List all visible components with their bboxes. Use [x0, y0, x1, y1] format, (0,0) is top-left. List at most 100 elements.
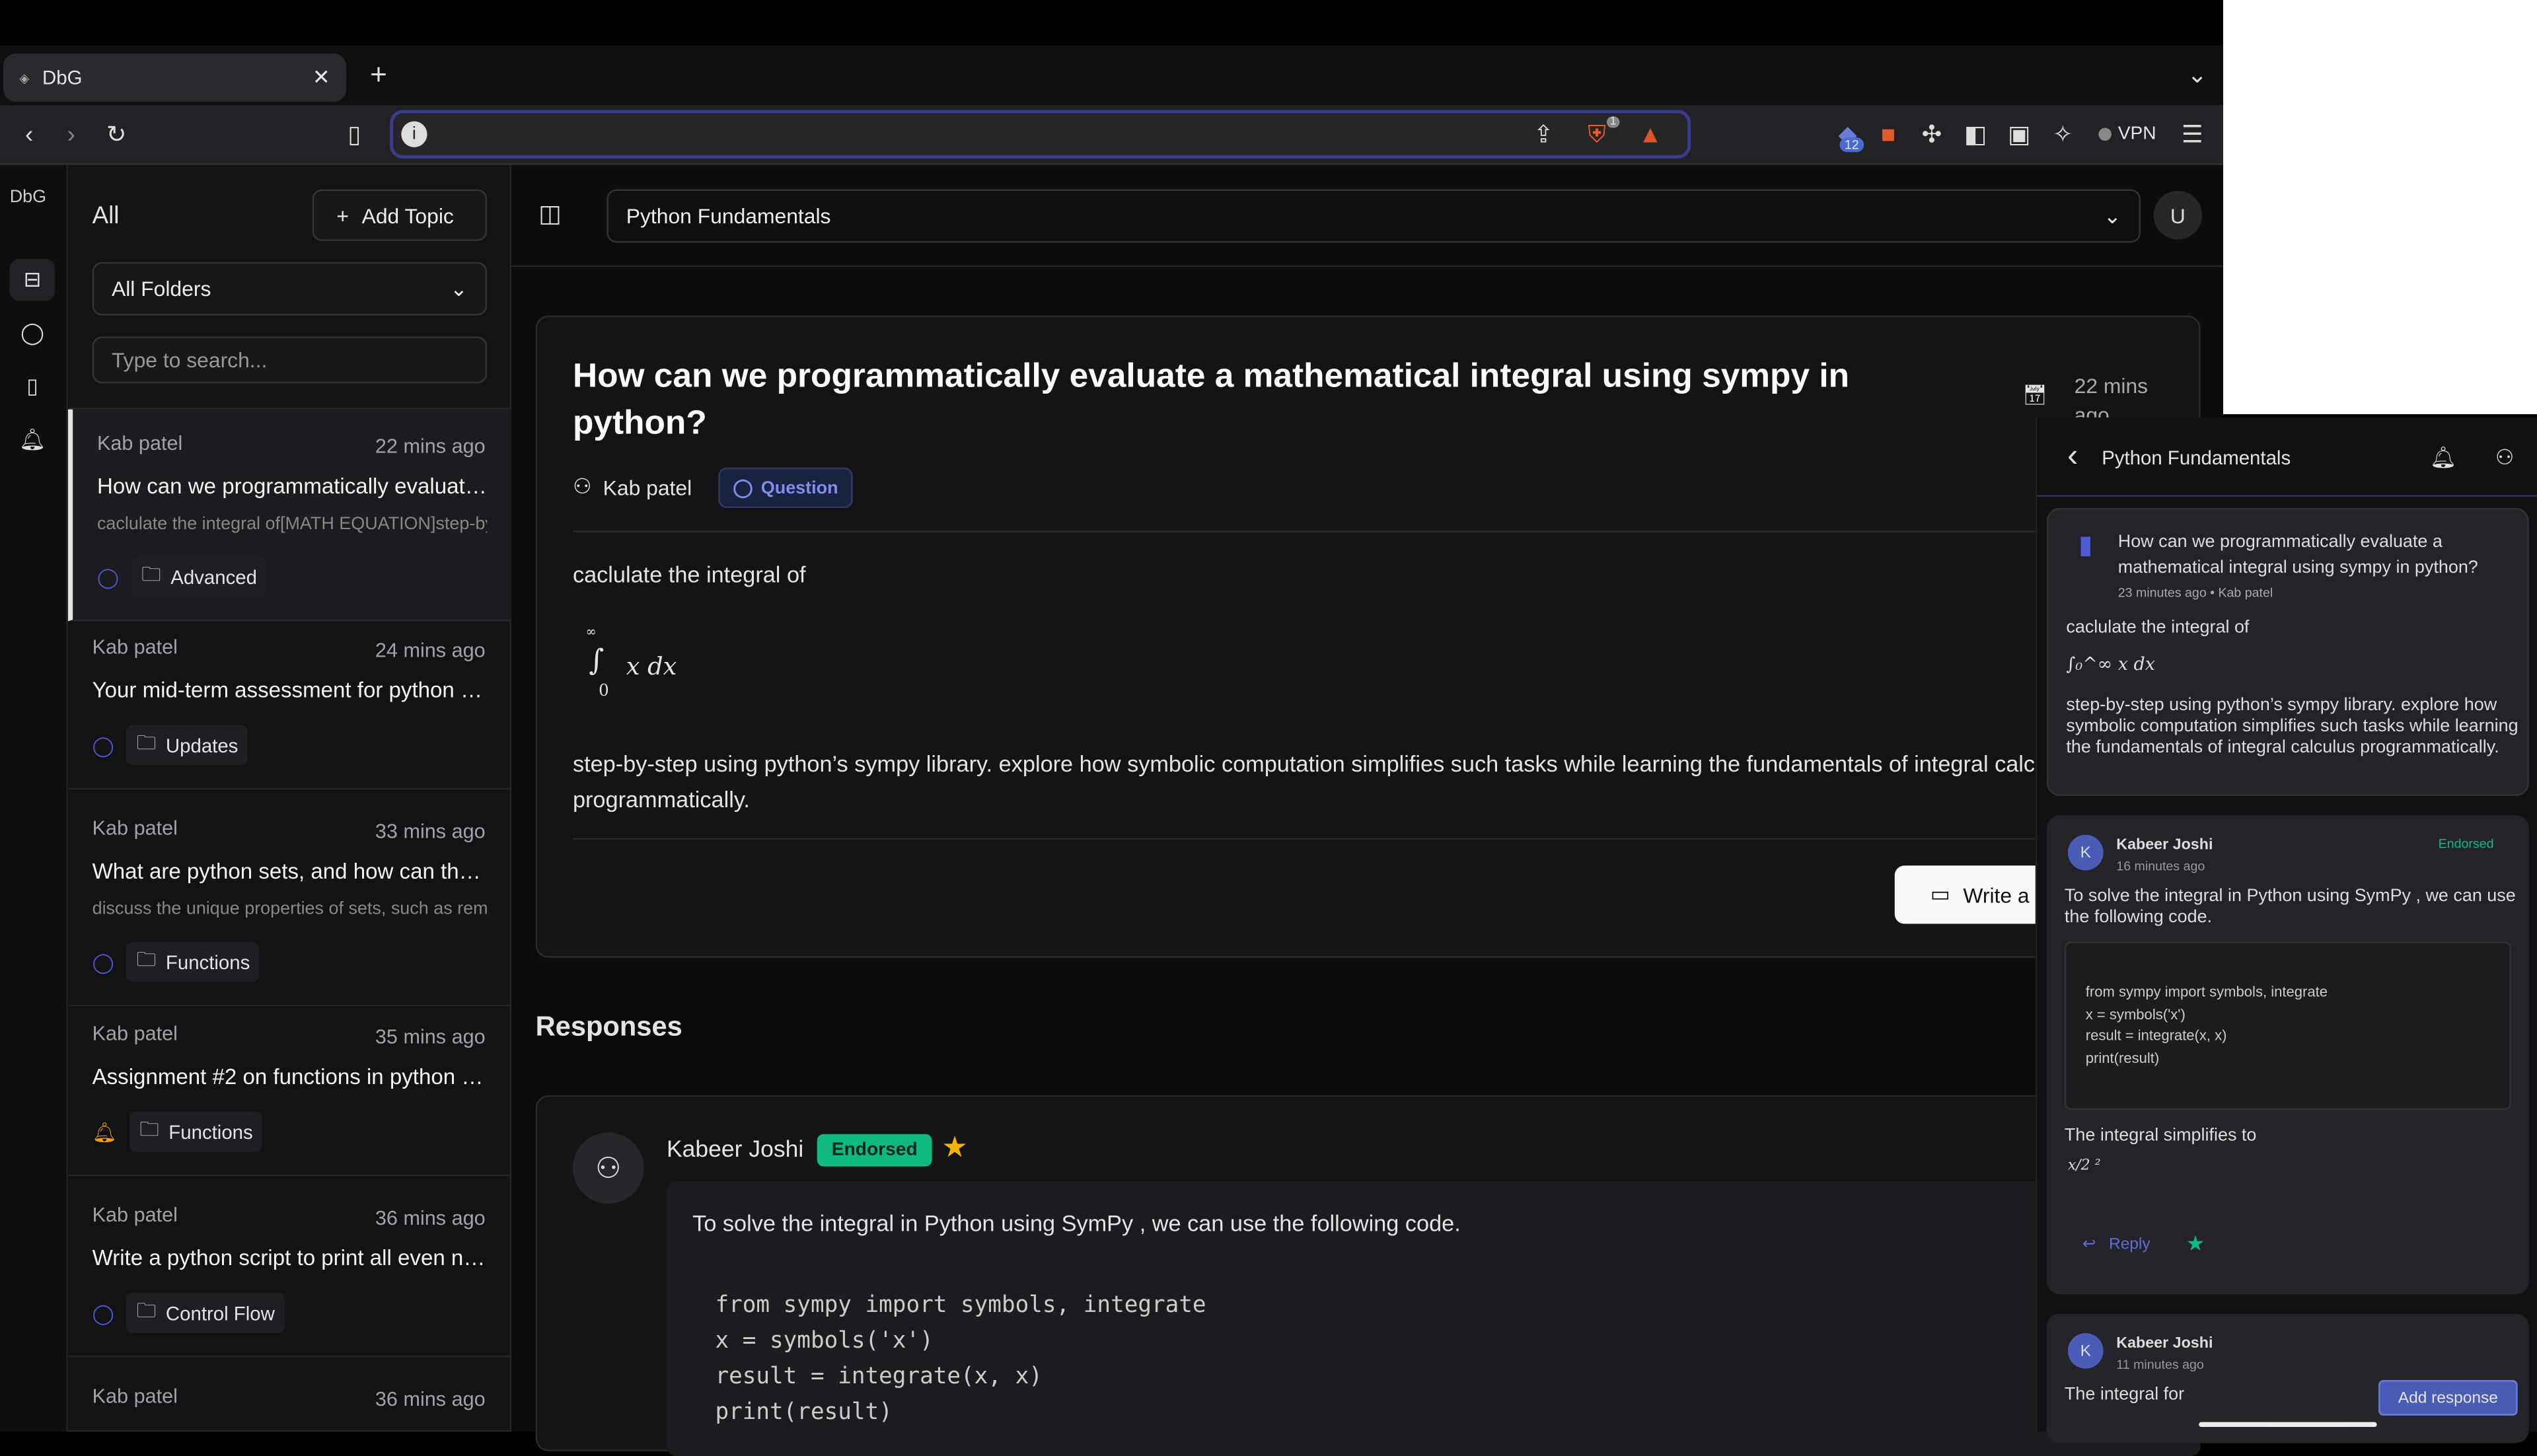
panel-response-time: 11 minutes ago — [2116, 1357, 2204, 1372]
item-time: 33 mins ago — [375, 820, 486, 843]
star-icon[interactable]: ★ — [941, 1131, 968, 1165]
response-card: ⚇ Kabeer Joshi Endorsed ★ To solve the i… — [535, 1095, 2201, 1456]
brave-rewards-icon[interactable]: ▲ — [1636, 120, 1665, 149]
endorsed-label: Endorsed — [2438, 836, 2494, 852]
leo-ai-icon[interactable]: ✧ — [2047, 116, 2079, 152]
response-text: To solve the integral in Python using Sy… — [692, 1210, 1461, 1237]
folder-select[interactable]: All Folders ⌄ — [92, 262, 488, 316]
item-preview: discuss the unique properties of sets, s… — [92, 899, 488, 920]
endorsed-badge: Endorsed — [817, 1134, 932, 1167]
topic-list-item[interactable]: Kab patel 33 mins ago What are python sets… — [67, 794, 511, 1007]
document-icon[interactable]: ▯ — [10, 365, 55, 408]
tab-list-chevron-icon[interactable]: ⌄ — [2181, 58, 2213, 91]
toggle-sidebar-icon[interactable]: ◫ — [534, 198, 566, 230]
topic-list-item[interactable]: Kab patel 22 mins ago How can we programma… — [67, 409, 511, 622]
divider — [572, 838, 2167, 840]
reload-icon[interactable]: ↻ — [100, 116, 133, 152]
plus-icon: + — [336, 203, 349, 228]
avatar[interactable]: U — [2153, 190, 2203, 240]
new-tab-button[interactable]: + — [363, 57, 395, 91]
chat-icon: ◯ — [92, 950, 114, 974]
address-bar[interactable]: i ⇪ ⛨ 1 ▲ — [390, 110, 1691, 159]
profile-icon[interactable]: ⚇ — [2490, 443, 2519, 472]
extensions-puzzle-icon[interactable]: ✣ — [1916, 116, 1948, 152]
item-title: Assignment #2 on functions in python is … — [92, 1064, 488, 1089]
notifications-icon[interactable]: 🔔︎ — [10, 419, 55, 461]
site-info-icon[interactable]: i — [401, 121, 427, 147]
integral-sign: ∫ — [589, 643, 605, 678]
reply-button[interactable]: ↩ Reply — [2082, 1236, 2151, 1254]
folder-tag: 🗀︎ Functions — [129, 1111, 263, 1152]
menu-icon[interactable]: ☰ — [2176, 116, 2209, 152]
extension-2-icon[interactable]: ■ — [1872, 116, 1904, 152]
share-icon[interactable]: ⇪ — [1529, 120, 1558, 149]
add-response-button[interactable]: Add response — [2378, 1379, 2518, 1416]
panel-question-intro: caclulate the integral of — [2066, 618, 2250, 637]
item-preview: caclulate the integral of[MATH EQUATION]… — [96, 514, 487, 534]
avatar: K — [2067, 834, 2104, 871]
desktop-background — [2223, 0, 2537, 414]
panel-response-card: K Kabeer Joshi 16 minutes ago Endorsed T… — [2046, 815, 2529, 1295]
code-line: x = symbols('x') — [2085, 1005, 2186, 1022]
folder-icon: 🗀︎ — [141, 563, 161, 586]
bell-icon[interactable]: 🔔︎ — [2429, 443, 2458, 472]
math-lower-limit: 0 — [599, 682, 609, 701]
add-topic-button[interactable]: + Add Topic — [312, 189, 488, 241]
math-upper-limit: ∞ — [585, 624, 597, 639]
item-time: 36 mins ago — [375, 1388, 486, 1411]
sidebar-toggle-icon[interactable]: ◧ — [1960, 116, 1992, 152]
folder-tag: 🗀︎ Advanced — [131, 556, 267, 597]
course-select-value: Python Fundamentals — [626, 203, 831, 229]
panel-response-author: Kabeer Joshi — [2116, 836, 2213, 855]
topic-list-item[interactable]: Kab patel 36 mins ago Write a python scrip… — [67, 1181, 511, 1358]
code-line: x = symbols('x') — [715, 1328, 934, 1354]
reply-icon: ↩ — [2082, 1236, 2096, 1254]
bell-icon: 🔔︎ — [92, 1120, 117, 1144]
panel-question-card: ▮ How can we programmatically evaluate a… — [2046, 507, 2529, 796]
inbox-icon[interactable]: ⊟ — [9, 258, 55, 301]
browser-tab[interactable]: ◈ DbG ✕ — [3, 53, 347, 102]
divider — [2037, 495, 2537, 497]
topic-list-item[interactable]: Kab patel 35 mins ago Assignment #2 on fun… — [67, 1000, 511, 1177]
panel-math-result: x/2 ² — [2067, 1158, 2101, 1175]
course-select[interactable]: Python Fundamentals ⌄ — [607, 189, 2141, 243]
vpn-button[interactable]: VPN — [2090, 118, 2164, 151]
topic-list-item[interactable]: Kab patel 24 mins ago Your mid-term assess… — [67, 613, 511, 790]
forward-icon[interactable]: › — [55, 116, 87, 152]
question-title: How can we programmatically evaluate a m… — [572, 357, 1850, 442]
star-icon[interactable]: ★ — [2186, 1231, 2205, 1257]
topic-sidebar: All + Add Topic All Folders ⌄ Type to sear… — [67, 164, 511, 1432]
panel-question-math: ∫₀^∞ x dx — [2066, 653, 2155, 675]
folder-label: Functions — [165, 950, 250, 974]
question-body: step-by-step using python’s sympy librar… — [572, 750, 2077, 813]
code-block: from sympy import symbols, integrate x = … — [715, 1288, 1206, 1430]
shield-badge: 1 — [1606, 116, 1620, 128]
math-body: x dx — [626, 651, 677, 682]
code-line: result = integrate(x, x) — [715, 1364, 1043, 1390]
back-icon[interactable]: ‹ — [2057, 437, 2089, 473]
folder-tag: 🗀︎ Updates — [127, 725, 248, 766]
panel-response-after: The integral simplifies to — [2064, 1126, 2257, 1146]
question-tag-label: Question — [760, 478, 838, 498]
home-indicator — [2199, 1422, 2377, 1428]
chat-icon[interactable]: ◯ — [10, 312, 55, 355]
avatar: K — [2067, 1332, 2104, 1369]
responses-heading: Responses — [535, 1011, 682, 1042]
response-body: To solve the integral in Python using Sy… — [666, 1181, 2201, 1456]
close-tab-icon[interactable]: ✕ — [313, 65, 330, 91]
folder-tag: 🗀︎ Control Flow — [127, 1292, 285, 1333]
item-time: 36 mins ago — [375, 1206, 486, 1230]
search-input[interactable]: Type to search... — [92, 336, 488, 384]
panel-question-body: step-by-step using python’s sympy librar… — [2066, 696, 2519, 758]
topic-list-item[interactable]: Kab patel 36 mins ago — [67, 1362, 511, 1432]
response-author: Kabeer Joshi — [666, 1137, 804, 1163]
question-card: How can we programmatically evaluate a m… — [535, 315, 2201, 958]
wallet-icon[interactable]: ▣ — [2003, 116, 2036, 152]
bookmark-icon[interactable]: ▯ — [338, 116, 371, 152]
panel-response-text: To solve the integral in Python using Sy… — [2064, 887, 2516, 928]
folder-label: Advanced — [170, 565, 257, 589]
question-intro: caclulate the integral of — [572, 561, 806, 587]
code-line: print(result) — [2085, 1049, 2160, 1066]
back-icon[interactable]: ‹ — [13, 116, 46, 152]
folder-select-value: All Folders — [111, 276, 211, 301]
